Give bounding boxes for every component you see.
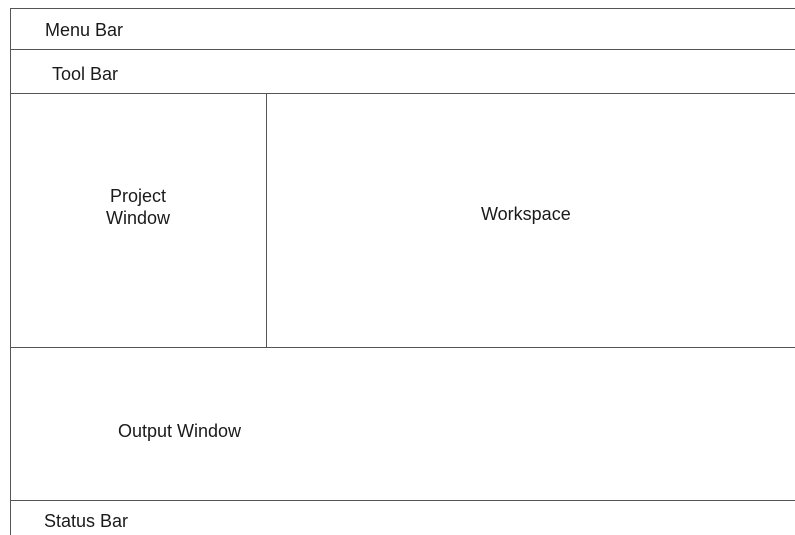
layout-frame [10, 8, 795, 535]
menu-bar-label: Menu Bar [45, 20, 124, 40]
output-window-divider [10, 500, 795, 501]
project-window-label-line1: Project [109, 186, 167, 206]
output-window-label: Output Window [118, 421, 242, 441]
project-window-label: Project Window [78, 185, 198, 229]
tool-bar-label: Tool Bar [52, 64, 119, 84]
project-window-label-line2: Window [105, 208, 171, 228]
menu-bar-divider [10, 49, 795, 50]
project-workspace-divider [266, 93, 267, 347]
tool-bar-divider [10, 93, 795, 94]
status-bar-label: Status Bar [44, 511, 129, 531]
main-area-divider [10, 347, 795, 348]
workspace-label: Workspace [481, 204, 571, 224]
